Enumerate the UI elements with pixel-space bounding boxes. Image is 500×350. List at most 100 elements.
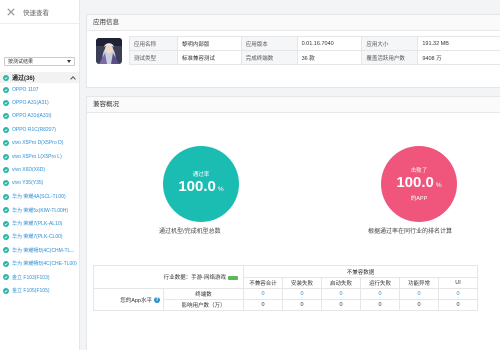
list-item[interactable]: 华为 荣耀7(PLK-AL10) <box>0 217 79 230</box>
column-header: 不兼容合计 <box>243 277 283 289</box>
chevron-down-icon <box>67 60 71 63</box>
check-circle-icon <box>3 260 9 267</box>
table-cell[interactable]: 0 <box>360 288 400 300</box>
list-item[interactable]: 华为 荣耀5x(KIW-TL00H) <box>0 204 79 217</box>
table-cell[interactable]: 0 <box>243 288 283 300</box>
device-name: vivo X5Pro L(X5Pro L) <box>12 153 62 160</box>
pass-group-header[interactable]: 通过(36) <box>0 72 79 83</box>
device-name: 华为 荣耀7(PLK-CL00) <box>12 234 63 241</box>
device-name: 华为 荣耀7(PLK-AL10) <box>12 221 63 228</box>
device-list: OPPO 1107 OPPO A31(A31) OPPO A31t(A31t) OPP… <box>0 83 79 297</box>
list-item[interactable]: vivo X5Pro L(X5Pro L) <box>0 150 79 163</box>
compat-title: 兼容概况 <box>87 97 500 113</box>
list-item[interactable]: 华为 荣耀4A(SCL-TL00) <box>0 190 79 203</box>
check-circle-icon <box>3 74 9 81</box>
x-icon[interactable] <box>7 7 15 16</box>
table-cell: 0 <box>282 299 322 311</box>
table-cell[interactable]: 0 <box>399 288 439 300</box>
list-item[interactable]: 华为 荣耀畅玩4C(CHM-TL... <box>0 244 79 257</box>
list-item[interactable]: 金立 F105(F105) <box>0 284 79 297</box>
filter-select-value: 按测试结果 <box>8 59 34 65</box>
device-name: vivo X6D(X6D) <box>12 167 46 174</box>
table-cell[interactable]: 0 <box>282 288 322 300</box>
check-circle-icon <box>3 180 9 187</box>
check-circle-icon <box>3 247 9 254</box>
app-info-title: 应用信息 <box>87 15 500 31</box>
pass-rate-unit: % <box>217 186 224 193</box>
device-name: OPPO A31t(A31t) <box>12 113 52 120</box>
help-icon[interactable]: ? <box>154 297 160 304</box>
table-row: 您的App水平? 终端数 0 0 0 0 0 0 <box>93 288 478 311</box>
compat-data-table: 行业数据：手游-网络游戏 不兼容数据 不兼容合计 安装失败 启动失败 运行失败 … <box>93 265 478 311</box>
rank-value-line: 100.0% <box>396 174 441 194</box>
rank-value: 100.0 <box>396 174 434 191</box>
table-cell[interactable]: 0 <box>438 288 478 300</box>
rank-unit: % <box>435 182 442 189</box>
main-content: 应用信息 应用名称 黎明内部版 应用版本 0.01.16.7040 应用大小 1… <box>86 0 500 350</box>
check-circle-icon <box>3 140 9 147</box>
incompat-group-header: 不兼容数据 <box>243 265 478 278</box>
sidebar: 快速查看 按测试结果 通过(36) OPPO 1107 OPPO A31(A31)… <box>0 0 80 350</box>
your-app-cell: 您的App水平? <box>93 288 164 311</box>
list-item[interactable]: OPPO 1107 <box>0 83 79 96</box>
pass-rate-value-line: 100.0% <box>178 178 223 198</box>
list-item[interactable]: OPPO A31(A31) <box>0 96 79 109</box>
app-info-table: 应用名称 黎明内部版 应用版本 0.01.16.7040 应用大小 191.32… <box>129 36 500 65</box>
device-name: vivo Y35(Y35) <box>12 180 44 187</box>
table-cell: 0 <box>321 299 361 311</box>
compat-panel: 兼容概况 通过率 100.0% 通过机型/完成机型总数 击败了 100.0% 的… <box>86 96 500 350</box>
list-item[interactable]: OPPO A31t(A31t) <box>0 110 79 123</box>
column-header: 运行失败 <box>360 277 400 289</box>
industry-cell: 行业数据：手游-网络游戏 <box>93 265 244 289</box>
check-circle-icon <box>3 193 9 200</box>
app-info-row: 测试类型 标准兼容测试 完成终端数 36 款 覆盖活跃用户数 9408 万 <box>129 50 500 65</box>
rank-gauge: 击败了 100.0% 的APP <box>381 146 457 222</box>
quick-view-label: 快速查看 <box>23 9 49 17</box>
list-item[interactable]: 金立 F103(F103) <box>0 270 79 283</box>
check-circle-icon <box>3 287 9 294</box>
terminals-done-value: 36 款 <box>296 50 363 65</box>
app-info-panel: 应用信息 应用名称 黎明内部版 应用版本 0.01.16.7040 应用大小 1… <box>86 14 500 88</box>
list-item[interactable]: 华为 荣耀7(PLK-CL00) <box>0 230 79 243</box>
device-name: OPPO R1C(R8207) <box>12 126 56 133</box>
table-cell: 0 <box>243 299 283 311</box>
list-item[interactable]: OPPO R1C(R8207) <box>0 123 79 136</box>
device-name: 金立 F103(F103) <box>12 274 50 281</box>
column-header: 安装失败 <box>282 277 322 289</box>
device-name: 金立 F105(F105) <box>12 288 50 295</box>
column-header: 功能异常 <box>399 277 439 289</box>
list-item[interactable]: vivo X5Pro D(X5Pro D) <box>0 137 79 150</box>
check-circle-icon <box>3 274 9 281</box>
terminals-done-label: 完成终端数 <box>240 50 298 65</box>
check-circle-icon <box>3 126 9 133</box>
chevron-up-icon[interactable] <box>70 75 76 82</box>
list-item[interactable]: vivo X6D(X6D) <box>0 163 79 176</box>
check-circle-icon <box>3 167 9 174</box>
tag-icon <box>228 275 238 280</box>
list-item[interactable]: 华为 荣耀畅玩4C(CHE-TL00) <box>0 257 79 270</box>
quick-view-header[interactable]: 快速查看 <box>0 0 79 24</box>
filter-select[interactable]: 按测试结果 <box>4 57 75 66</box>
app-name-label: 应用名称 <box>129 36 178 51</box>
list-item[interactable]: vivo Y35(Y35) <box>0 177 79 190</box>
pass-rate-title: 通过率 <box>192 172 210 178</box>
app-version-label: 应用版本 <box>240 36 298 51</box>
app-size-value: 191.32 MB <box>417 36 500 51</box>
app-version-value: 0.01.16.7040 <box>296 36 363 51</box>
check-circle-icon <box>3 207 9 214</box>
row-users-label: 影响用户数（万） <box>163 299 244 311</box>
device-name: 华为 荣耀畅玩4C(CHE-TL00) <box>12 261 77 268</box>
rank-title: 击败了 <box>410 168 428 174</box>
test-type-label: 测试类型 <box>129 50 178 65</box>
pass-rate-caption: 通过机型/完成机型总数 <box>159 229 221 235</box>
pass-rate-value: 100.0 <box>178 178 216 195</box>
app-info-row: 应用名称 黎明内部版 应用版本 0.01.16.7040 应用大小 191.32… <box>129 36 500 51</box>
table-cell[interactable]: 0 <box>321 288 361 300</box>
industry-label: 行业数据：手游-网络游戏 <box>163 275 226 281</box>
table-cell: 0 <box>360 299 400 311</box>
rank-caption: 根据通过率在同行业的排名计算 <box>368 229 453 235</box>
device-name: 华为 荣耀畅玩4C(CHM-TL... <box>12 247 75 254</box>
column-header: 启动失败 <box>321 277 361 289</box>
pass-rate-gauge: 通过率 100.0% <box>163 146 239 222</box>
device-name: OPPO 1107 <box>12 86 39 93</box>
